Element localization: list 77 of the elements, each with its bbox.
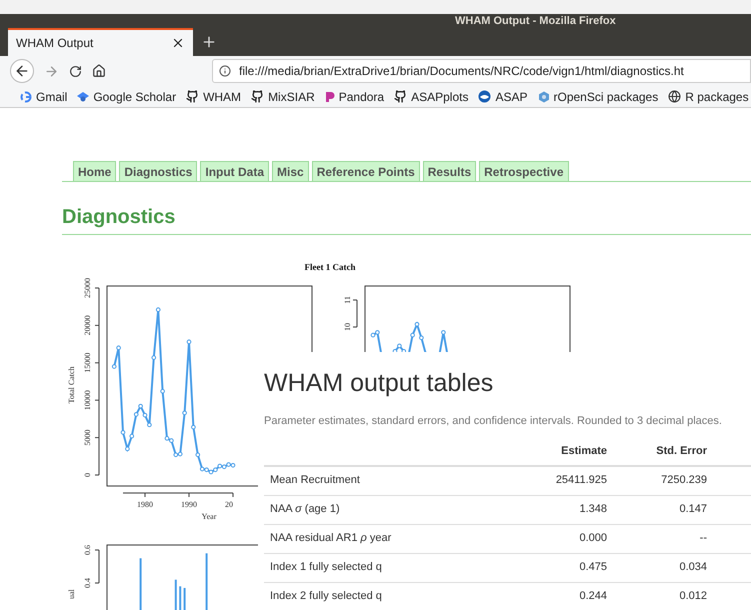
axis-title: Total Catch (67, 366, 76, 403)
bookmark-item[interactable]: WHAM (186, 88, 242, 106)
table-caption: Parameter estimates, standard errors, and confidence intervals. Rounded to 3 decimal places. (264, 414, 723, 429)
axis-tick-label: 20000 (83, 314, 92, 335)
table-cell-text: -- (698, 531, 708, 546)
pandora-icon (324, 90, 335, 102)
table-cell-text: Index 1 fully selected q (269, 560, 383, 576)
reload-icon[interactable] (69, 64, 82, 78)
nav-tab[interactable]: Input Data (200, 161, 270, 181)
table-cell-text: NAA σ (age 1) (269, 502, 341, 518)
axis-tick-label: 10 (343, 322, 352, 330)
axis-title: ual (67, 588, 76, 598)
axis-tick-label: 0 (83, 472, 92, 476)
axis-tick-label: 0.6 (83, 544, 92, 554)
nav-tab[interactable]: Home (73, 161, 116, 181)
column-header: Std. Error (655, 444, 708, 459)
axis-title: Year (202, 512, 216, 520)
table-cell-text: 0.000 (578, 531, 608, 546)
tab-title: WHAM Output (16, 35, 94, 52)
table-cell-text: 0.244 (578, 589, 608, 604)
axis-tick-label: 1990 (181, 500, 197, 508)
bookmark-item[interactable]: Gmail (20, 88, 68, 106)
axis-tick-label: 1980 (137, 500, 153, 508)
back-button[interactable] (10, 59, 34, 83)
hexagon-icon (538, 90, 550, 102)
bookmark-item[interactable]: R packages (668, 88, 749, 106)
nav-tab[interactable]: Retrospective (479, 161, 568, 181)
page-heading: Diagnostics (62, 202, 751, 235)
close-icon[interactable] (171, 36, 185, 50)
bookmark-item[interactable]: rOpenSci packages (538, 88, 658, 106)
table-cell-text: 0.147 (678, 502, 708, 518)
bookmark-item[interactable]: MixSIAR (251, 88, 315, 106)
table-cell-text: 0.012 (678, 589, 708, 604)
bookmark-item[interactable]: Google Scholar (77, 88, 176, 106)
nav-tab[interactable]: Results (422, 161, 476, 181)
y-axis (94, 549, 100, 583)
nav-tab[interactable]: Misc (272, 161, 309, 181)
github-icon (186, 90, 200, 103)
column-header: Estimate (560, 444, 608, 459)
globe-icon (668, 90, 682, 103)
axis-tick-label: 0.4 (83, 578, 92, 588)
y-axis (352, 299, 358, 327)
figure-title: Fleet 1 Catch (304, 261, 356, 274)
table-cell-text: Index 2 fully selected q (269, 589, 383, 604)
home-icon[interactable] (92, 64, 106, 78)
nav-tab[interactable]: Diagnostics (119, 161, 198, 181)
axis-tick-label: 11 (343, 296, 352, 304)
table-cell-text: 0.475 (578, 560, 608, 576)
table-cell-text: 25411.925 (554, 473, 608, 488)
address-field[interactable]: file:///media/brian/ExtraDrive1/brian/Documents/NRC/code/vign1/html/diagnostics.ht (212, 59, 751, 83)
axis-tick-label: 25000 (83, 278, 92, 298)
nav-tab[interactable]: Reference Points (312, 161, 420, 181)
github-icon (251, 90, 264, 103)
github-icon (394, 90, 408, 103)
url-text: file:///media/brian/ExtraDrive1/brian/Documents/NRC/code/vign1/html/diagnostics.ht (239, 63, 684, 80)
info-icon[interactable] (219, 65, 231, 77)
axis-tick-label: 10000 (83, 390, 92, 410)
graduation-cap-icon (77, 90, 90, 102)
forward-icon[interactable] (44, 64, 59, 78)
axis-tick-label: 5000 (83, 429, 92, 446)
panel-title: WHAM output tables (264, 368, 494, 399)
window-title: WHAM Output - Mozilla Firefox (455, 14, 616, 29)
axis-tick-label: 15000 (83, 352, 92, 372)
axis-tick-label: 20 (225, 500, 233, 508)
bookmark-item[interactable]: Pandora (324, 88, 384, 106)
bookmark-item[interactable]: ASAP (478, 88, 528, 106)
table-cell-text: 7250.239 (660, 473, 708, 488)
table-cell-text: Mean Recruitment (269, 473, 361, 488)
google-icon (20, 90, 32, 102)
table-cell-text: NAA residual AR1 ρ year (269, 531, 392, 546)
table-cell-text: 0.034 (678, 560, 708, 576)
browser-tab[interactable]: WHAM Output (8, 28, 193, 56)
table-cell-text: 1.348 (578, 502, 608, 518)
bookmark-item[interactable]: ASAPplots (394, 88, 468, 106)
bar-plot-drawing (140, 552, 208, 610)
new-tab-icon[interactable] (201, 34, 217, 50)
bird-emblem-icon (478, 90, 492, 103)
